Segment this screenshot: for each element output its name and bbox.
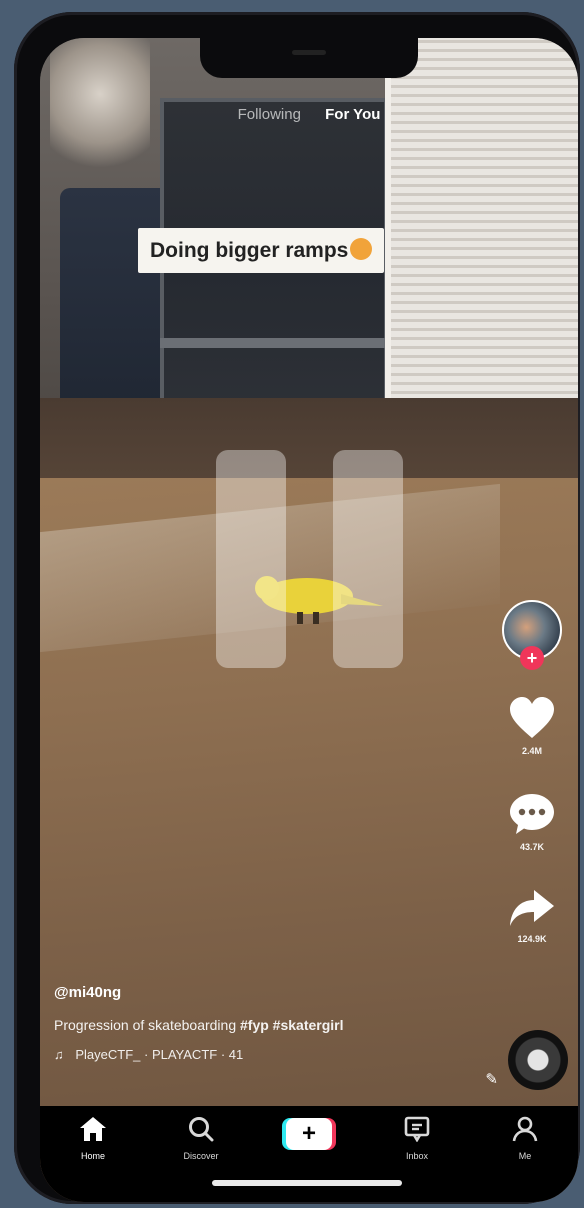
plus-icon: + (282, 1118, 336, 1150)
home-icon (80, 1117, 106, 1141)
tab-inbox-label: Inbox (405, 1151, 429, 1161)
inbox-icon (404, 1116, 430, 1143)
music-title: PlayeCTF_ · PLAYACTF · 41 (75, 1047, 244, 1062)
tab-me-label: Me (518, 1151, 532, 1161)
scene-chair (60, 188, 170, 428)
video-screen[interactable]: Following For You Doing bigger ramps + 2… (40, 38, 578, 1202)
emoji-icon (350, 238, 373, 260)
scene-shelf-board (160, 338, 388, 348)
pause-bar-left (216, 450, 286, 668)
top-tabs: Following For You (40, 106, 578, 123)
home-indicator[interactable] (212, 1180, 402, 1186)
music-note-icon: ♫ (54, 1047, 64, 1062)
bottom-tabbar: Home Discover + Inbox Me (40, 1106, 578, 1202)
tab-discover-label: Discover (183, 1151, 219, 1161)
creator-username[interactable]: @mi40ng (54, 984, 484, 1001)
create-button[interactable]: + (274, 1116, 344, 1150)
comment-icon (510, 794, 554, 834)
music-disc[interactable] (508, 1030, 568, 1090)
speaker-grille (292, 50, 326, 55)
hashtags[interactable]: #fyp #skatergirl (240, 1017, 344, 1033)
share-count: 124.9K (517, 934, 547, 944)
tab-home[interactable]: Home (58, 1116, 128, 1161)
share-button[interactable]: 124.9K (500, 888, 564, 944)
like-count: 2.4M (521, 746, 542, 756)
comment-button[interactable]: 43.7K (500, 792, 564, 852)
post-info: @mi40ng Progression of skateboarding #fy… (54, 984, 484, 1062)
comment-count: 43.7K (519, 842, 545, 852)
pause-bar-right (333, 450, 403, 668)
caption-sticker: Doing bigger ramps (138, 228, 385, 273)
camera-notch (200, 38, 418, 78)
person-icon (512, 1116, 538, 1142)
tab-me[interactable]: Me (490, 1116, 560, 1161)
tab-discover[interactable]: Discover (166, 1116, 236, 1161)
tab-following[interactable]: Following (238, 106, 301, 123)
tab-for-you[interactable]: For You (325, 106, 380, 123)
side-actions: + 2.4M 43.7K 124.9K (500, 600, 564, 944)
music-info[interactable]: ♫ PlayeCTF_ · PLAYACTF · 41 (54, 1047, 484, 1062)
follow-plus-icon[interactable]: + (520, 646, 544, 670)
caption-text: Doing bigger ramps (150, 239, 349, 262)
heart-icon (510, 697, 554, 738)
pen-icon: ✎ (485, 1071, 498, 1088)
share-icon (510, 890, 554, 926)
post-description: Progression of skateboarding #fyp #skate… (54, 1017, 484, 1033)
creator-avatar[interactable]: + (502, 600, 562, 670)
search-icon (189, 1117, 214, 1142)
scene-heater (385, 38, 578, 418)
description-text: Progression of skateboarding (54, 1017, 237, 1033)
like-button[interactable]: 2.4M (500, 696, 564, 756)
tab-home-label: Home (80, 1151, 105, 1161)
tab-inbox[interactable]: Inbox (382, 1116, 452, 1161)
